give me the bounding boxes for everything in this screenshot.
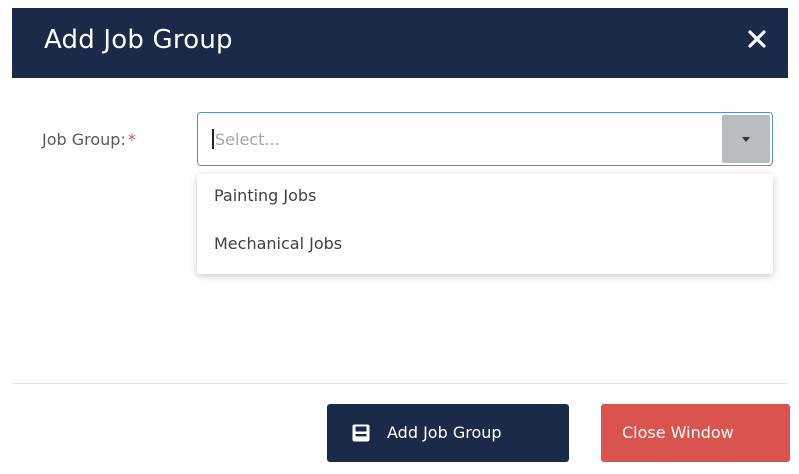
option-painting-jobs[interactable]: Painting Jobs bbox=[214, 186, 316, 205]
add-job-group-modal: Add Job Group Job Group:* Painting Jobs … bbox=[0, 0, 799, 474]
close-window-button[interactable]: Close Window bbox=[601, 404, 790, 462]
chevron-down-icon bbox=[742, 137, 750, 142]
dropdown-toggle-button[interactable] bbox=[722, 115, 770, 163]
required-marker: * bbox=[127, 130, 136, 149]
save-icon bbox=[352, 424, 370, 442]
option-mechanical-jobs[interactable]: Mechanical Jobs bbox=[214, 234, 342, 253]
add-job-group-button[interactable]: Add Job Group bbox=[327, 404, 569, 462]
job-group-select[interactable] bbox=[197, 112, 773, 166]
job-group-dropdown-menu: Painting Jobs Mechanical Jobs bbox=[197, 174, 773, 274]
job-group-search-input[interactable] bbox=[215, 125, 695, 153]
close-icon[interactable] bbox=[742, 24, 772, 54]
modal-header: Add Job Group bbox=[12, 8, 788, 78]
close-window-label: Close Window bbox=[622, 423, 734, 442]
modal-body: Job Group:* Painting Jobs Mechanical Job… bbox=[12, 78, 788, 383]
job-group-label: Job Group: * bbox=[42, 130, 136, 149]
text-cursor bbox=[212, 129, 214, 149]
add-job-group-label: Add Job Group bbox=[387, 423, 502, 442]
job-group-label-text: Job Group: bbox=[42, 130, 126, 149]
footer-divider bbox=[12, 383, 788, 384]
modal-title: Add Job Group bbox=[44, 25, 233, 55]
